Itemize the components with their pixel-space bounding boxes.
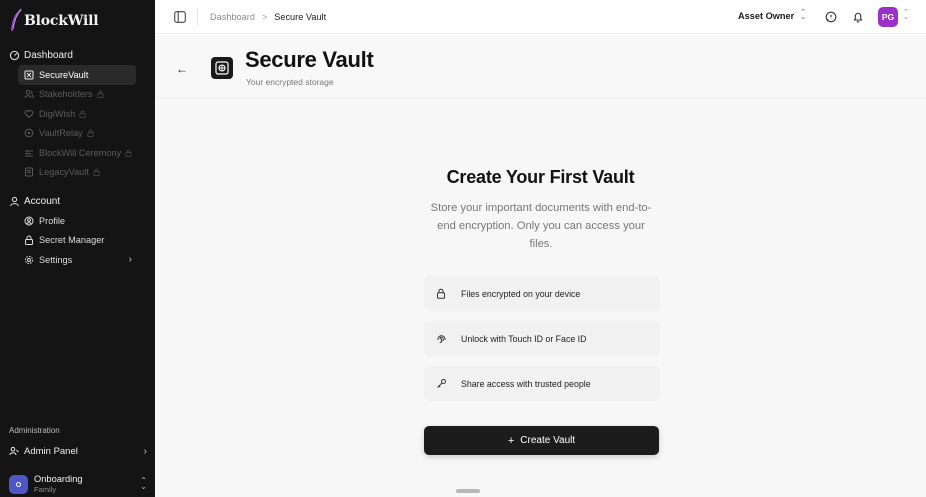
page-header: ← Secure Vault Your encrypted storage — [155, 35, 926, 99]
chevron-right-icon: › — [143, 445, 147, 457]
sidebar-item-stakeholders[interactable]: Stakeholders — [18, 85, 136, 105]
breadcrumb-current: Secure Vault — [274, 12, 327, 22]
sidebar-item-digiwish[interactable]: DigiWish — [18, 104, 136, 124]
topbar: Dashboard > Secure Vault Asset Owner ⌃ ⌄ … — [155, 0, 926, 34]
back-arrow-icon[interactable]: ← — [176, 62, 188, 76]
sidebar-item-admin-panel[interactable]: Admin Panel › — [9, 444, 147, 458]
plus-icon: + — [507, 434, 515, 447]
feature-text: Share access with trusted people — [461, 378, 591, 389]
sidebar-item-label: Secret Manager — [39, 235, 105, 246]
workspace-switcher[interactable]: Onboarding Family ⌃ ⌄ — [9, 473, 147, 495]
page-title: Secure Vault — [245, 47, 374, 72]
sidebar-item-legacyvault[interactable]: LegacyVault — [18, 163, 136, 183]
sidebar-item-account[interactable]: Account — [0, 191, 155, 211]
lock-icon — [125, 149, 132, 157]
chevron-updown-icon[interactable]: ⌃ ⌄ — [903, 9, 909, 21]
feature-text: Files encrypted on your device — [461, 288, 581, 299]
sidebar-item-label: DigiWish — [39, 108, 76, 119]
fingerprint-icon — [432, 330, 450, 348]
chat-icon[interactable] — [825, 11, 837, 23]
sidebar-item-label: Profile — [39, 215, 66, 226]
bell-icon[interactable] — [852, 11, 864, 23]
workspace-avatar — [9, 474, 28, 494]
feature-item: Share access with trusted people — [424, 366, 660, 401]
lock-icon — [87, 129, 94, 138]
administration-label: Administration — [9, 426, 60, 435]
chevron-updown-icon: ⌃ ⌄ — [140, 476, 147, 491]
sidebar-item-label: SecureVault — [39, 69, 89, 80]
sidebar-item-label: VaultRelay — [39, 128, 83, 139]
sidebar-item-securevault[interactable]: SecureVault — [18, 65, 136, 85]
sidebar-item-label: Settings — [39, 254, 73, 265]
lock-icon — [25, 235, 33, 246]
sidebar-toggle-icon[interactable] — [174, 11, 186, 23]
relay-icon — [24, 128, 34, 138]
sidebar-item-label: LegacyVault — [39, 167, 89, 178]
sidebar: BlockWill Dashboard SecureVault Stakehol… — [0, 0, 155, 497]
sidebar-section-label: Dashboard — [24, 49, 73, 61]
scroll-handle[interactable] — [456, 489, 480, 493]
empty-state-description: Store your important documents with end-… — [430, 202, 652, 250]
gear-icon — [24, 255, 34, 264]
breadcrumb: Dashboard > Secure Vault — [210, 12, 326, 22]
sidebar-item-profile[interactable]: Profile — [18, 211, 136, 231]
main-content: ← Secure Vault Your encrypted storage Cr… — [155, 35, 926, 497]
divider — [197, 9, 198, 25]
dashboard-icon — [9, 50, 20, 60]
heart-icon — [24, 109, 34, 118]
profile-icon — [24, 216, 34, 226]
sidebar-item-secret-manager[interactable]: Secret Manager — [18, 231, 136, 251]
workspace-name: Onboarding — [34, 473, 83, 484]
brand-logo[interactable]: BlockWill — [9, 6, 99, 36]
legacy-icon — [25, 167, 33, 177]
quill-logo-icon — [11, 8, 22, 31]
sidebar-item-vaultrelay[interactable]: VaultRelay — [18, 124, 136, 144]
sidebar-item-blockwill-ceremony[interactable]: BlockWill Ceremony — [18, 143, 136, 163]
ceremony-icon — [25, 150, 33, 157]
page-subtitle: Your encrypted storage — [246, 77, 334, 87]
feature-item: Files encrypted on your device — [424, 276, 660, 311]
sidebar-item-label: Stakeholders — [39, 89, 93, 100]
role-label: Asset Owner — [738, 11, 795, 21]
lock-icon — [79, 110, 86, 118]
account-section: Account Profile Secret Manager Settings … — [0, 191, 155, 270]
empty-state-title: Create Your First Vault — [446, 167, 635, 187]
user-avatar[interactable]: PG — [878, 7, 898, 27]
feature-text: Unlock with Touch ID or Face ID — [461, 333, 587, 344]
chevron-right-icon: › — [128, 254, 132, 266]
chevron-updown-icon: ⌃ ⌄ — [800, 9, 807, 21]
key-icon — [432, 375, 450, 393]
lock-icon — [432, 285, 450, 303]
lock-icon — [97, 90, 104, 99]
sidebar-section-label: Account — [24, 195, 61, 207]
user-icon — [10, 196, 19, 206]
feature-item: Unlock with Touch ID or Face ID — [424, 321, 660, 356]
breadcrumb-separator: > — [261, 12, 268, 22]
create-vault-label: Create Vault — [520, 435, 576, 446]
sidebar-item-settings[interactable]: Settings › — [18, 250, 136, 270]
lock-icon — [93, 168, 100, 177]
dashboard-section: Dashboard SecureVault Stakeholders DigiW… — [0, 45, 155, 182]
admin-user-icon — [9, 446, 19, 456]
vault-icon — [24, 70, 34, 80]
brand-name: BlockWill — [24, 13, 99, 29]
role-selector[interactable]: Asset Owner ⌃ ⌄ — [738, 9, 807, 21]
admin-panel-label: Admin Panel — [24, 445, 78, 457]
breadcrumb-dashboard[interactable]: Dashboard — [210, 12, 255, 22]
users-icon — [24, 90, 34, 99]
create-vault-button[interactable]: + Create Vault — [424, 426, 659, 455]
vault-icon — [211, 57, 233, 79]
sidebar-item-dashboard[interactable]: Dashboard — [0, 45, 155, 65]
sidebar-item-label: BlockWill Ceremony — [39, 147, 122, 158]
workspace-subtitle: Family — [34, 484, 57, 494]
